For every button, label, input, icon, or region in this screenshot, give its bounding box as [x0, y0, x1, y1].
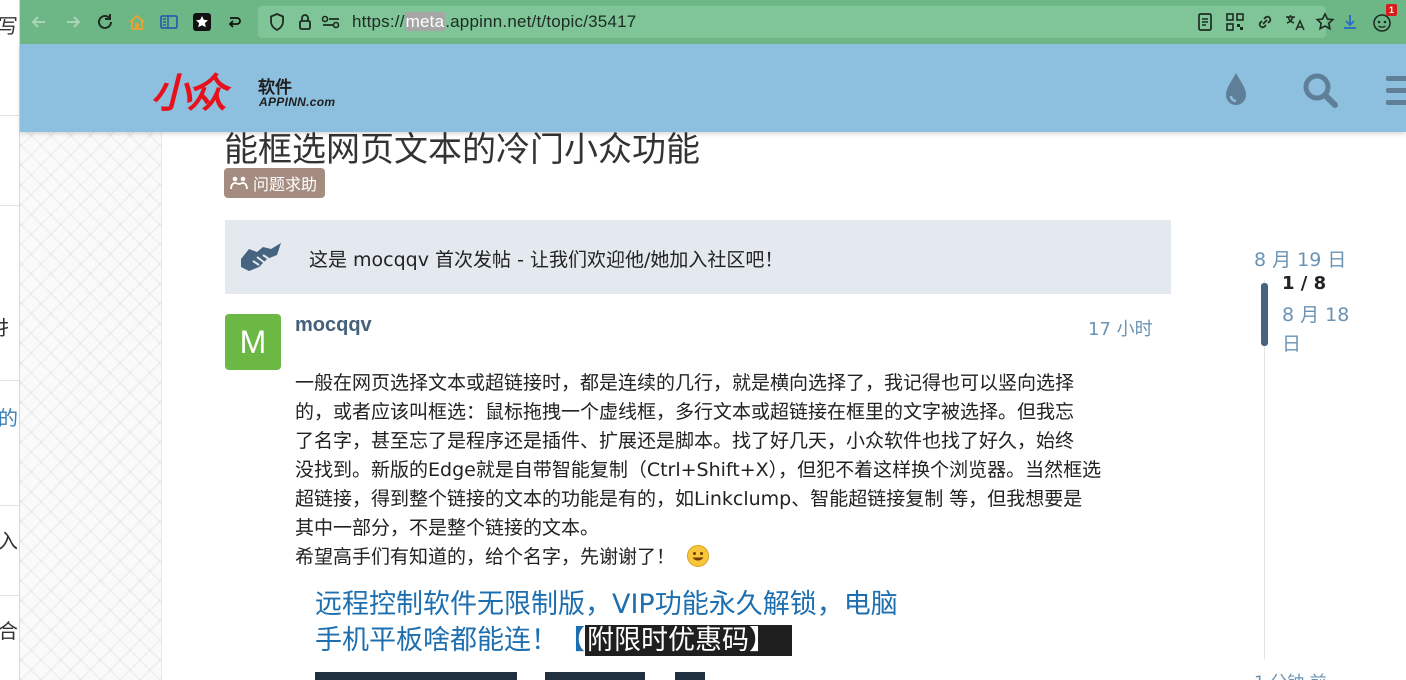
bookmark-icon[interactable]: [1314, 11, 1336, 33]
background-window-char: 合: [0, 619, 18, 643]
download-icon: [1344, 15, 1356, 29]
site-permissions-icon[interactable]: [320, 11, 342, 33]
decorative-side-pattern: [20, 132, 162, 680]
reader-sidebar-button[interactable]: [156, 9, 182, 35]
ad-thumbnail: [545, 672, 645, 680]
timeline-end-date[interactable]: 1 分钟 前: [1254, 668, 1327, 680]
shield-icon[interactable]: [266, 11, 288, 33]
downloads-button[interactable]: [1337, 9, 1363, 35]
extension-button[interactable]: 1: [1369, 4, 1397, 35]
translate-icon[interactable]: [1284, 11, 1306, 33]
site-logo[interactable]: 小众 软件 APPINN.com: [151, 65, 351, 117]
site-header: 小众 软件 APPINN.com: [20, 44, 1406, 132]
handshake-icon: [241, 243, 281, 271]
notification-badge: 1: [1385, 4, 1397, 16]
category-label: 问题求助: [253, 175, 318, 194]
url-scheme: https://: [352, 12, 405, 31]
qr-code-icon[interactable]: [1224, 11, 1246, 33]
reader-view-icon[interactable]: [1194, 11, 1216, 33]
ad-line-2-text: 手机平板啥都能连！: [315, 625, 558, 656]
post-timestamp[interactable]: 17 小时: [1088, 315, 1153, 341]
post-text-line: 希望高手们有知道的，给个名字，先谢谢了！: [295, 543, 1165, 572]
user-avatar[interactable]: M: [225, 314, 281, 370]
back-button[interactable]: [26, 9, 52, 35]
reload-icon: [98, 14, 112, 29]
background-window-char: 写: [0, 14, 18, 38]
post-text-line: 超链接，得到整个链接的文本的功能是有的，如Linkclump、智能超链接复制 等…: [295, 488, 1083, 510]
bookmark-star-button[interactable]: [189, 9, 215, 35]
background-window-char: 扌: [0, 316, 18, 340]
sidebar-icon: [160, 15, 178, 29]
home-button[interactable]: [124, 9, 150, 35]
ad-thumbnail: [315, 672, 517, 680]
ad-coupon-label: 附限时优惠码】: [585, 625, 792, 656]
timeline-post-count: 1 / 8: [1282, 273, 1327, 294]
browser-toolbar: https://meta.appinn.net/t/topic/35417 1: [20, 0, 1406, 44]
background-window-divider: [0, 595, 19, 596]
arrow-right-icon: [67, 16, 81, 28]
post-text-line: 没找到。新版的Edge就是自带智能复制（Ctrl+Shift+X），但犯不着这样…: [295, 459, 1102, 481]
ad-banner-image[interactable]: 远程控制软件无限制版，VIP功能永久解锁，电脑 手机平板啥都能连！【附限时优惠码…: [295, 570, 932, 680]
return-icon: [228, 17, 241, 28]
background-window-char: 入: [0, 529, 18, 553]
url-path: .appinn.net/t/topic/35417: [445, 12, 637, 31]
theme-toggle-button[interactable]: [1216, 70, 1256, 110]
category-badge[interactable]: 问题求助: [224, 168, 326, 198]
timeline-current-date: 8 月 18 日: [1282, 304, 1350, 355]
post-text-line: 了名字，甚至忘了是程序还是插件、扩展还是脚本。找了好几天，小众软件也找了好久，始…: [295, 430, 1075, 452]
address-bar[interactable]: https://meta.appinn.net/t/topic/35417: [258, 6, 1335, 38]
return-button[interactable]: [222, 9, 248, 35]
timeline-start-date[interactable]: 8 月 19 日: [1254, 245, 1346, 272]
background-window-divider: [0, 380, 19, 381]
copy-link-icon[interactable]: [1254, 11, 1276, 33]
logo-main-text: 小众: [151, 71, 227, 117]
ad-line-2: 手机平板啥都能连！【附限时优惠码】: [315, 618, 792, 657]
background-window-divider: [0, 115, 19, 116]
search-button[interactable]: [1300, 70, 1340, 110]
post-text-line: 的，或者应该叫框选：鼠标拖拽一个虚线框，多行文本或超链接在框里的文字被选择。但我…: [295, 401, 1075, 423]
arrow-left-icon: [31, 16, 45, 28]
post-text-line: 其中一部分，不是整个链接的文本。: [295, 517, 600, 539]
home-icon: [129, 14, 145, 30]
url-text[interactable]: https://meta.appinn.net/t/topic/35417: [352, 12, 636, 32]
background-window-edge: 写 扌 的 入 合: [0, 0, 20, 680]
timeline-scroll-handle[interactable]: [1261, 283, 1268, 346]
forward-button[interactable]: [60, 9, 86, 35]
background-window-divider: [0, 505, 19, 506]
ad-line-1: 远程控制软件无限制版，VIP功能永久解锁，电脑: [315, 589, 898, 620]
welcome-message: 这是 mocqqv 首次发帖 - 让我们欢迎他/她加入社区吧！: [309, 249, 784, 271]
post-body: 一般在网页选择文本或超链接时，都是连续的几行，就是横向选择了，我记得也可以竖向选…: [295, 369, 1165, 572]
water-drop-icon: [1226, 73, 1246, 105]
search-icon: [1303, 73, 1338, 108]
ad-bracket: 【: [558, 625, 585, 656]
people-help-icon: [230, 176, 248, 190]
url-subdomain: meta: [404, 12, 446, 31]
background-window-divider: [0, 205, 19, 206]
menu-button[interactable]: [1380, 70, 1406, 110]
hamburger-menu-icon: [1386, 76, 1406, 105]
post-username[interactable]: mocqqv: [295, 314, 372, 337]
smile-emoji-icon: [687, 545, 710, 567]
ad-thumbnail: [675, 672, 705, 680]
star-box-icon: [193, 13, 211, 31]
reload-button[interactable]: [92, 9, 118, 35]
logo-english-text: APPINN.com: [259, 95, 336, 109]
post-text-line: 一般在网页选择文本或超链接时，都是连续的几行，就是横向选择了，我记得也可以竖向选…: [295, 372, 1075, 394]
background-window-char: 的: [0, 406, 18, 430]
post-text-last: 希望高手们有知道的，给个名字，先谢谢了！: [295, 546, 676, 568]
first-post-notice: 这是 mocqqv 首次发帖 - 让我们欢迎他/她加入社区吧！: [225, 220, 1171, 294]
lock-icon[interactable]: [294, 11, 316, 33]
